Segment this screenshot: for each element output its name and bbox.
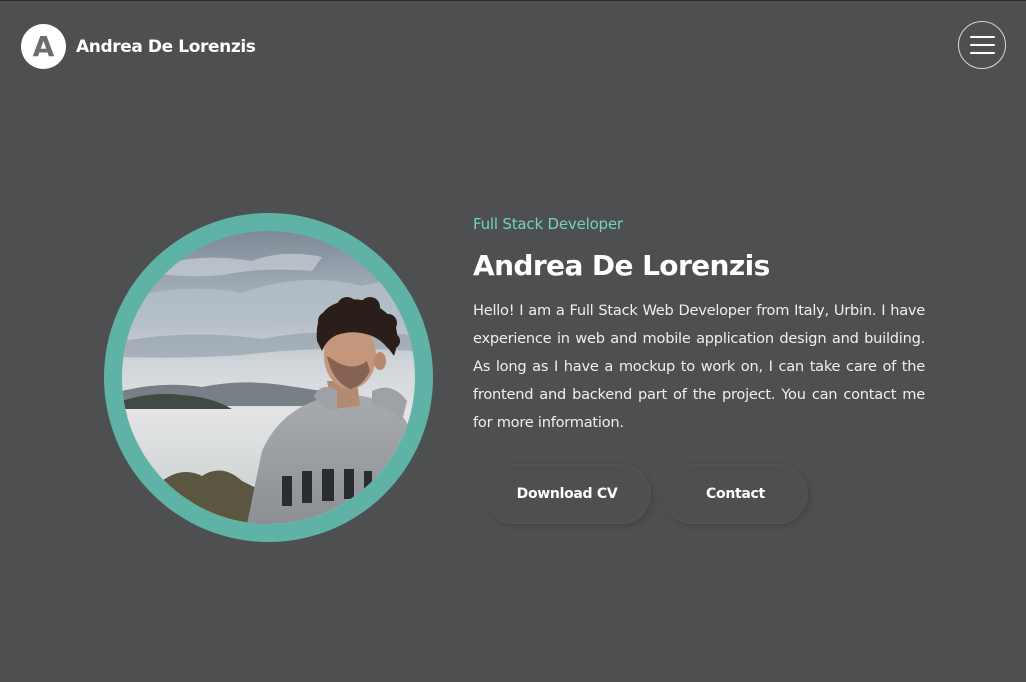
profile-photo-illustration [122, 231, 415, 524]
logo-icon: A [21, 24, 66, 69]
profile-portrait-frame [104, 213, 433, 542]
hero-section: Full Stack Developer Andrea De Lorenzis … [473, 213, 925, 437]
download-cv-button[interactable]: Download CV [483, 464, 651, 524]
menu-button[interactable] [958, 21, 1006, 69]
hamburger-menu-icon-line-3 [969, 52, 995, 54]
hero-title: Andrea De Lorenzis [473, 249, 770, 282]
profile-photo [122, 231, 415, 524]
hero-bio: Hello! I am a Full Stack Web Developer f… [473, 302, 925, 431]
hamburger-menu-icon-line-2 [969, 44, 995, 46]
brand-name: Andrea De Lorenzis [76, 36, 256, 57]
hero-subtitle: Full Stack Developer [473, 215, 623, 233]
contact-button[interactable]: Contact [663, 464, 808, 524]
hamburger-menu-icon-line-1 [969, 36, 995, 38]
brand-link[interactable]: A Andrea De Lorenzis [21, 24, 256, 69]
logo-letter: A [32, 30, 55, 63]
hero-actions: Download CV Contact [483, 464, 808, 524]
page: A Andrea De Lorenzis Full Stack Develope… [0, 0, 1026, 682]
